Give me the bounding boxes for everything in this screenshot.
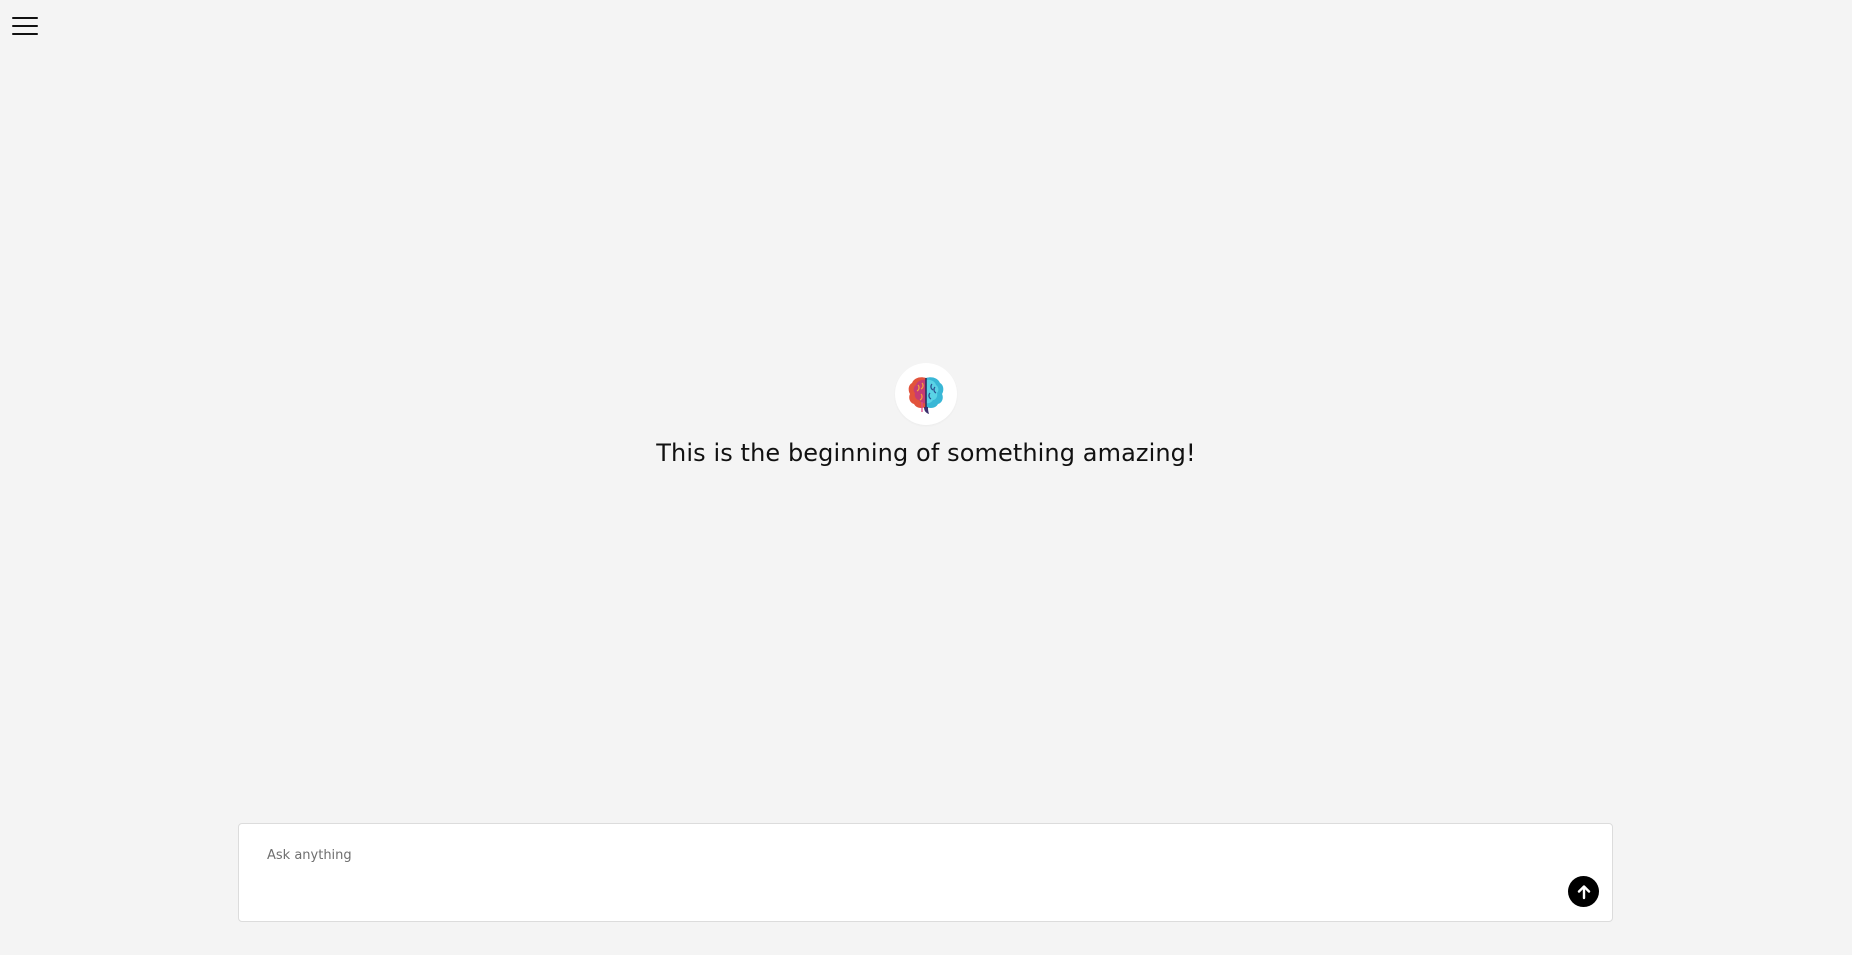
brain-icon [908,377,944,414]
hamburger-menu-icon-line-2 [12,25,38,27]
welcome-section: This is the beginning of something amazi… [0,363,1852,467]
hamburger-menu-icon-line-3 [12,33,38,35]
chat-composer [238,823,1613,922]
send-button[interactable] [1568,876,1599,907]
menu-button[interactable] [10,14,40,38]
hamburger-menu-icon-line-1 [12,17,38,19]
arrow-up-icon [1577,884,1590,899]
prompt-input[interactable] [267,848,1507,888]
brain-logo [895,363,957,425]
page-title: This is the beginning of something amazi… [656,439,1196,467]
